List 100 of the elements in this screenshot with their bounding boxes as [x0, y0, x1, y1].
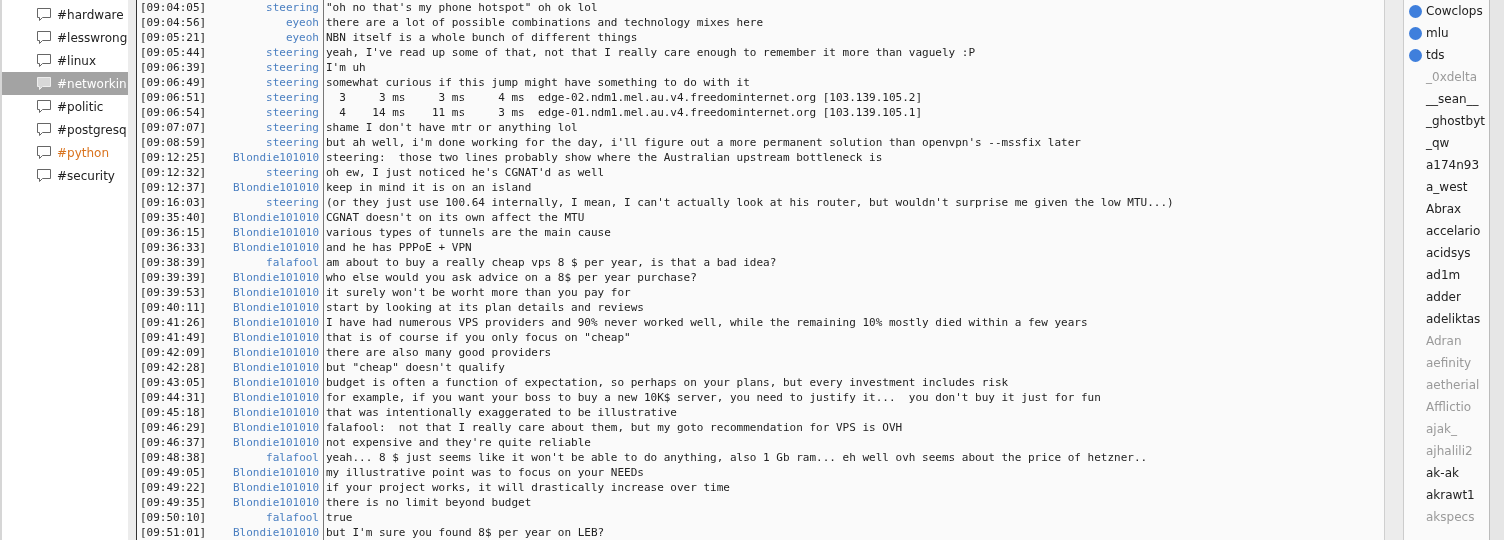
nick[interactable]: Blondie101010	[209, 405, 319, 420]
nick[interactable]: steering	[209, 60, 319, 75]
nick[interactable]: Blondie101010	[209, 420, 319, 435]
nick[interactable]: Blondie101010	[209, 480, 319, 495]
nick[interactable]: falafool	[209, 510, 319, 525]
message-text: steering: those two lines probably show where the Australian upstream bottleneck is	[325, 150, 883, 165]
channel-item[interactable]: #lesswrong	[2, 26, 128, 49]
timestamp: [09:42:28]	[139, 360, 208, 375]
message-text: oh ew, I just noticed he's CGNAT'd as well	[325, 165, 605, 180]
chat-bubble-icon	[36, 30, 52, 45]
nick[interactable]: steering	[209, 120, 319, 135]
user-name[interactable]: akspecs	[1426, 508, 1475, 526]
nick[interactable]: Blondie101010	[209, 465, 319, 480]
user-name[interactable]: ajhalili2	[1426, 442, 1473, 460]
nick[interactable]: Blondie101010	[209, 360, 319, 375]
message-text: I'm uh	[325, 60, 366, 75]
timestamp: [09:41:26]	[139, 315, 208, 330]
user-name[interactable]: Cowclops	[1426, 2, 1483, 20]
channel-item[interactable]: #hardware	[2, 3, 128, 26]
nick[interactable]: steering	[209, 45, 319, 60]
nick[interactable]: steering	[209, 165, 319, 180]
nick[interactable]: Blondie101010	[209, 495, 319, 510]
message-text: and he has PPPoE + VPN	[325, 240, 472, 255]
timestamp: [09:48:38]	[139, 450, 208, 465]
timestamp: [09:40:11]	[139, 300, 208, 315]
nick[interactable]: Blondie101010	[209, 300, 319, 315]
timestamp: [09:39:53]	[139, 285, 208, 300]
user-name[interactable]: Afflictio	[1426, 398, 1472, 416]
user-name[interactable]: a_west	[1426, 178, 1468, 196]
timestamp: [09:45:18]	[139, 405, 208, 420]
channel-item[interactable]: #python	[2, 141, 128, 164]
message-text: my illustrative point was to focus on your NEEDs	[325, 465, 644, 480]
nick[interactable]: falafool	[209, 255, 319, 270]
user-name[interactable]: ajak_	[1426, 420, 1457, 438]
nick[interactable]: Blondie101010	[209, 150, 319, 165]
timestamp: [09:16:03]	[139, 195, 208, 210]
channel-item[interactable]: #politic	[2, 95, 128, 118]
nick[interactable]: steering	[209, 0, 319, 15]
nick[interactable]: Blondie101010	[209, 525, 319, 540]
user-name[interactable]: ak-ak	[1426, 464, 1459, 482]
nick[interactable]: eyeoh	[209, 30, 319, 45]
nick[interactable]: Blondie101010	[209, 315, 319, 330]
channel-item[interactable]: #security	[2, 164, 128, 187]
timestamp: [09:46:29]	[139, 420, 208, 435]
nick[interactable]: steering	[209, 90, 319, 105]
timestamp: [09:12:25]	[139, 150, 208, 165]
timestamp: [09:04:56]	[139, 15, 208, 30]
message-text: but "cheap" doesn't qualify	[325, 360, 505, 375]
message-text: 3 3 ms 3 ms 4 ms edge-02.ndm1.mel.au.v4.freedominternet.org [103.139.105.2]	[338, 90, 923, 105]
user-name[interactable]: adder	[1426, 288, 1461, 306]
timestamp: [09:49:35]	[139, 495, 208, 510]
timestamp: [09:12:37]	[139, 180, 208, 195]
nick[interactable]: steering	[209, 75, 319, 90]
user-name[interactable]: akrawt1	[1426, 486, 1475, 504]
message-text: but ah well, i'm done working for the day, i'll figure out a more permanent solution than openvpn's --mssfix later	[325, 135, 1081, 150]
nick[interactable]: steering	[209, 195, 319, 210]
user-name[interactable]: mlu	[1426, 24, 1449, 42]
user-name[interactable]: tds	[1426, 46, 1445, 64]
message-text: yeah... 8 $ just seems like it won't be able to do anything, also 1 Gb ram... eh well ovh seems about the price of hetzner..	[325, 450, 1148, 465]
chat-bubble-icon	[36, 122, 52, 137]
nick[interactable]: Blondie101010	[209, 390, 319, 405]
timestamp: [09:46:37]	[139, 435, 208, 450]
nick[interactable]: Blondie101010	[209, 435, 319, 450]
nick[interactable]: steering	[209, 135, 319, 150]
user-name[interactable]: __sean__	[1426, 90, 1479, 108]
user-name[interactable]: adeliktas	[1426, 310, 1481, 328]
channel-item[interactable]: #linux	[2, 49, 128, 72]
nick[interactable]: Blondie101010	[209, 270, 319, 285]
user-name[interactable]: aefinity	[1426, 354, 1472, 372]
user-name[interactable]: _ghostbyt	[1426, 112, 1485, 130]
scrollbar-track[interactable]	[1490, 0, 1504, 540]
user-name[interactable]: acidsys	[1426, 244, 1471, 262]
message-text: shame I don't have mtr or anything lol	[325, 120, 578, 135]
nick[interactable]: Blondie101010	[209, 345, 319, 360]
user-name[interactable]: Adran	[1426, 332, 1462, 350]
message-text: CGNAT doesn't on its own affect the MTU	[325, 210, 585, 225]
nick[interactable]: Blondie101010	[209, 225, 319, 240]
user-name[interactable]: _0xdelta	[1426, 68, 1478, 86]
timestamp: [09:08:59]	[139, 135, 208, 150]
user-name[interactable]: Abrax	[1426, 200, 1462, 218]
timestamp: [09:44:31]	[139, 390, 208, 405]
nick[interactable]: Blondie101010	[209, 330, 319, 345]
user-name[interactable]: _qw	[1426, 134, 1450, 152]
user-name[interactable]: ad1m	[1426, 266, 1461, 284]
timestamp: [09:06:54]	[139, 105, 208, 120]
user-name[interactable]: a174n93	[1426, 156, 1480, 174]
user-name[interactable]: accelario	[1426, 222, 1481, 240]
nick[interactable]: Blondie101010	[209, 285, 319, 300]
nick[interactable]: Blondie101010	[209, 180, 319, 195]
nick[interactable]: Blondie101010	[209, 240, 319, 255]
nick[interactable]: Blondie101010	[209, 375, 319, 390]
nick[interactable]: eyeoh	[209, 15, 319, 30]
nick[interactable]: Blondie101010	[209, 210, 319, 225]
nick[interactable]: steering	[209, 105, 319, 120]
channel-item[interactable]: #networkin	[2, 72, 128, 95]
timestamp: [09:05:44]	[139, 45, 208, 60]
message-text: yeah, I've read up some of that, not that I really care enough to remember it more than vaguely :P	[325, 45, 975, 60]
nick[interactable]: falafool	[209, 450, 319, 465]
user-name[interactable]: aetherial	[1426, 376, 1480, 394]
channel-item[interactable]: #postgresq	[2, 118, 128, 141]
